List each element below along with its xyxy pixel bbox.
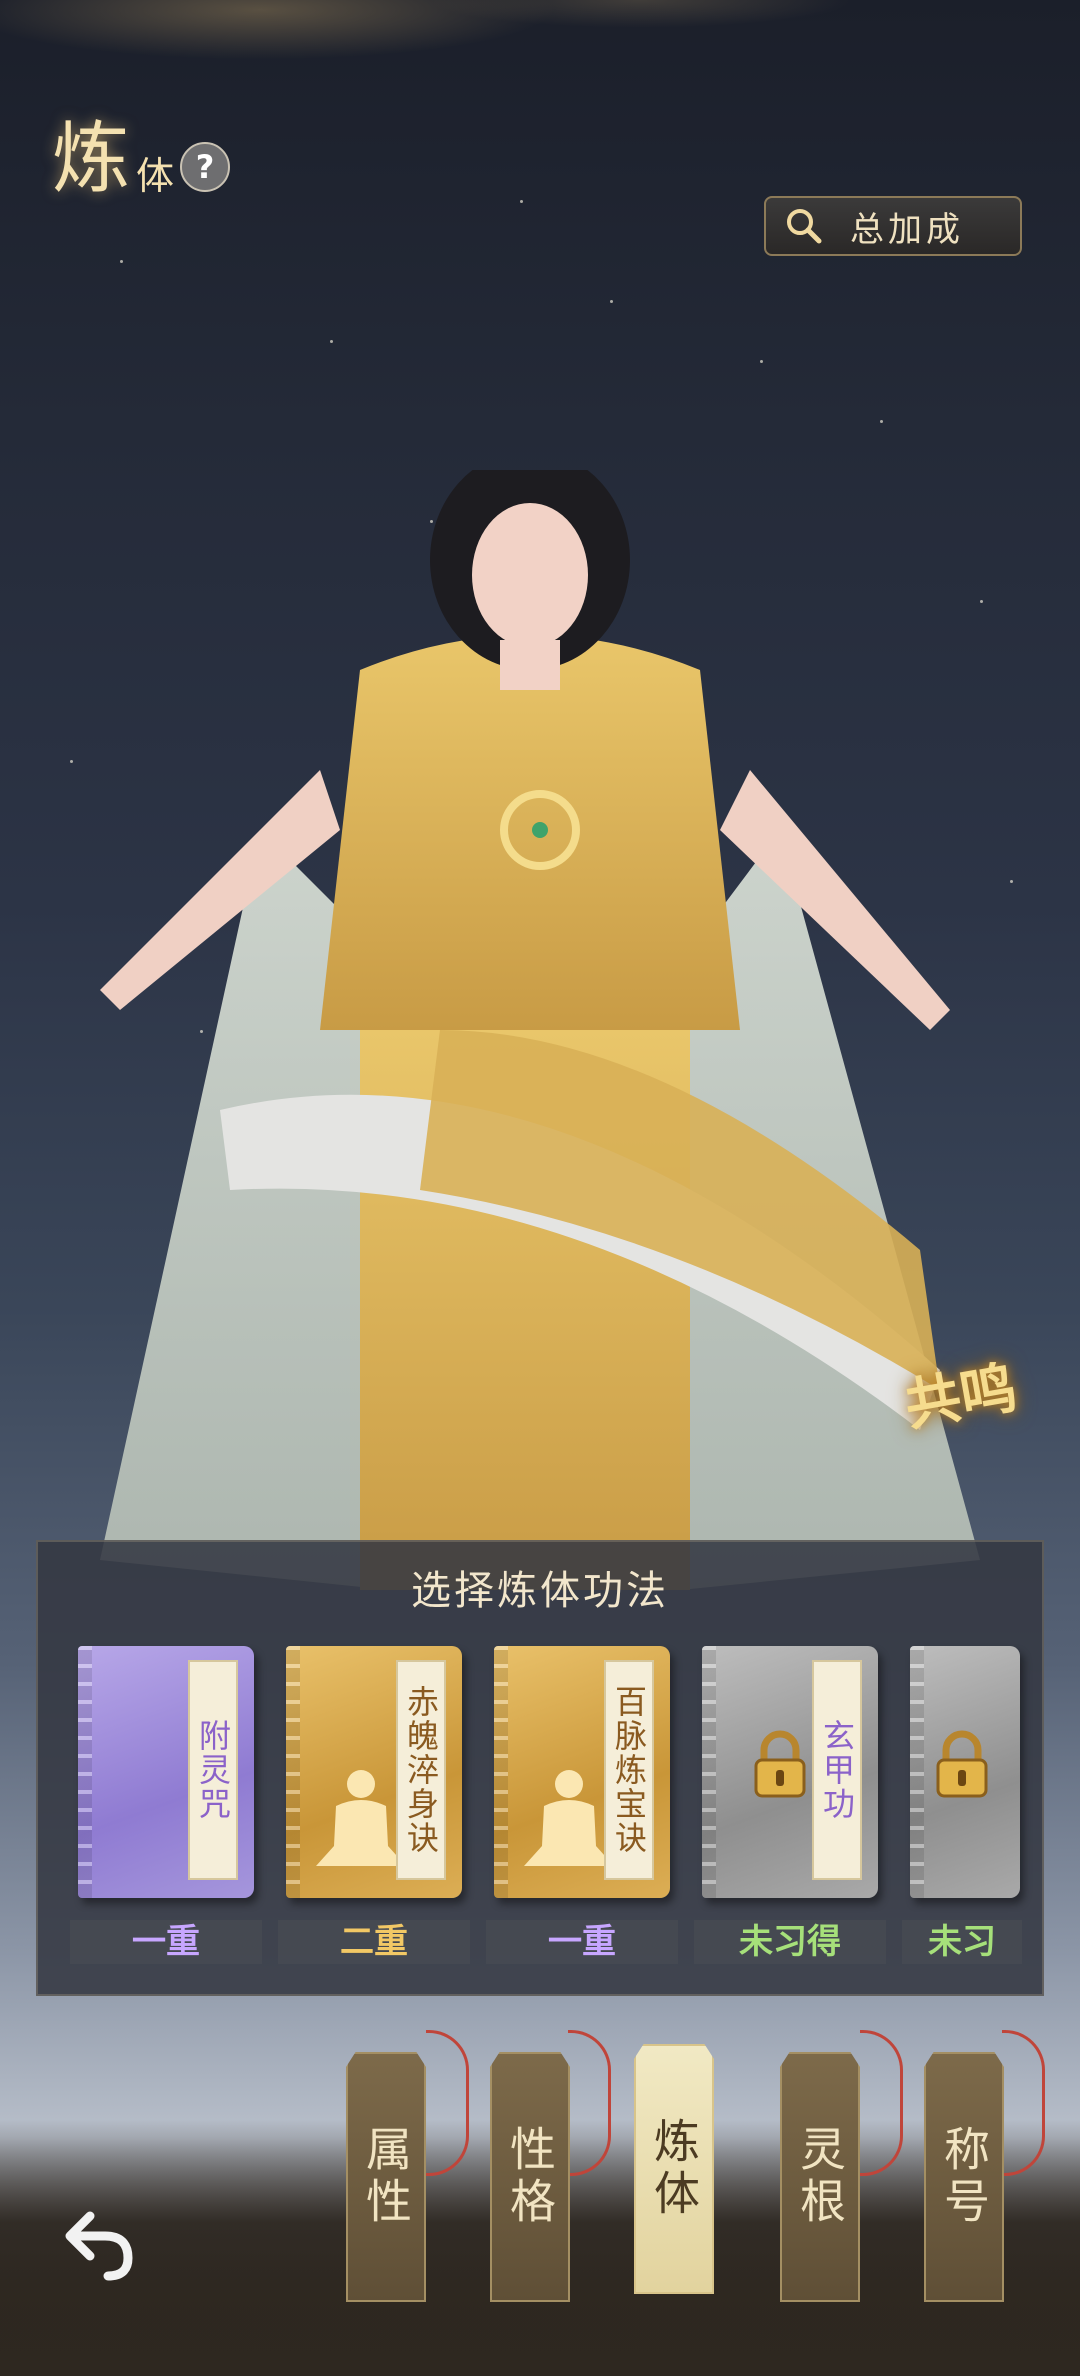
technique-book-1[interactable]: 附灵咒 [78, 1646, 254, 1898]
tab-title[interactable]: 称号 [924, 2052, 1004, 2302]
tab-personality[interactable]: 性格 [490, 2052, 570, 2302]
page-title-sub: 体 [136, 154, 175, 199]
lock-icon [754, 1730, 806, 1798]
book-rank-5: 未习 [902, 1920, 1022, 1964]
book-rank-2: 二重 [278, 1920, 470, 1964]
technique-book-3[interactable]: 百脉炼宝诀 [494, 1646, 670, 1898]
search-icon [787, 209, 822, 244]
book-title: 赤魄淬身诀 [396, 1660, 446, 1880]
technique-book-4[interactable]: 玄甲功 [702, 1646, 878, 1898]
book-spine [286, 1646, 300, 1898]
technique-book-5[interactable] [910, 1646, 1020, 1898]
tag-string [426, 2030, 469, 2176]
total-bonus-button[interactable]: 总加成 [764, 196, 1022, 256]
book-title: 玄甲功 [812, 1660, 862, 1880]
lock-icon [936, 1730, 988, 1798]
tab-attributes[interactable]: 属性 [346, 2052, 426, 2302]
meditation-icon [524, 1770, 614, 1866]
book-title: 百脉炼宝诀 [604, 1660, 654, 1880]
book-title: 附灵咒 [188, 1660, 238, 1880]
tag-string [860, 2030, 903, 2176]
character-model [100, 470, 980, 1590]
panel-title: 选择炼体功法 [411, 1568, 669, 1614]
page-title: 炼 体 ? [52, 114, 231, 204]
resonance-badge[interactable]: 共鸣 [898, 1340, 1049, 1491]
meditation-icon [316, 1770, 406, 1866]
book-spine [702, 1646, 716, 1898]
help-icon[interactable]: ? [180, 142, 231, 192]
tab-spirit-root[interactable]: 灵根 [780, 2052, 860, 2302]
tag-string [1002, 2030, 1045, 2176]
tag-string [568, 2030, 611, 2176]
tab-body-refining[interactable]: 炼体 [634, 2044, 714, 2294]
technique-panel: 选择炼体功法 附灵咒 赤魄淬身诀 百脉炼宝诀 玄甲功 一重 二重 一重 未习得 … [36, 1540, 1044, 1996]
total-bonus-label: 总加成 [850, 209, 964, 250]
book-rank-3: 一重 [486, 1920, 678, 1964]
technique-book-2[interactable]: 赤魄淬身诀 [286, 1646, 462, 1898]
book-rank-1: 一重 [70, 1920, 262, 1964]
page-title-main: 炼 [52, 114, 131, 204]
back-arrow-icon[interactable] [50, 2196, 140, 2286]
book-spine [494, 1646, 508, 1898]
book-rank-4: 未习得 [694, 1920, 886, 1964]
book-spine [78, 1646, 92, 1898]
top-cloud-decoration [0, 0, 1080, 110]
book-spine [910, 1646, 924, 1898]
